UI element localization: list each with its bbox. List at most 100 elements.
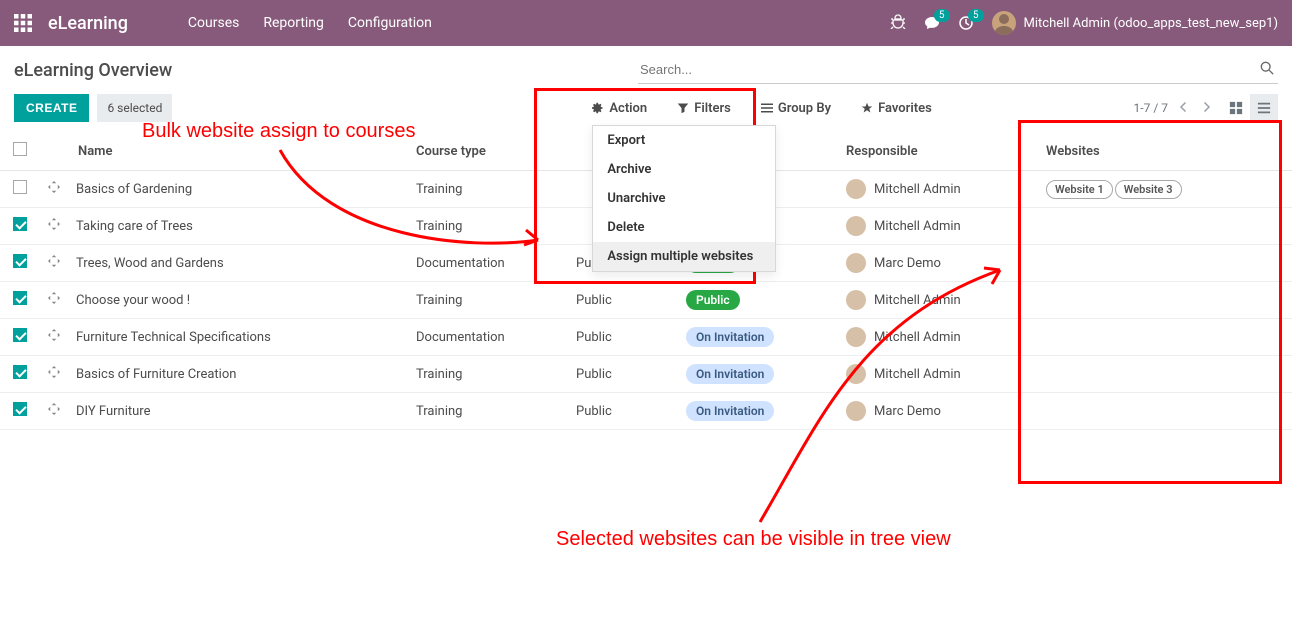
user-label: Mitchell Admin (odoo_apps_test_new_sep1) [1024, 16, 1279, 31]
row-websites [1038, 208, 1292, 245]
website-tag[interactable]: Website 1 [1046, 180, 1113, 199]
annotation-tree: Selected websites can be visible in tree… [556, 528, 951, 551]
drag-handle-icon[interactable] [48, 182, 60, 197]
row-checkbox[interactable] [13, 402, 27, 416]
table-row[interactable]: Choose your wood ! Training Public Publi… [0, 282, 1292, 319]
nav-configuration[interactable]: Configuration [348, 15, 432, 31]
row-type: Training [408, 393, 568, 430]
action-export[interactable]: Export [593, 126, 775, 155]
row-access: Public [568, 319, 678, 356]
brand-label[interactable]: eLearning [48, 13, 128, 34]
activities-count: 5 [968, 9, 984, 22]
drag-handle-icon[interactable] [48, 404, 60, 419]
avatar-icon [846, 253, 866, 273]
policy-pill: On Invitation [686, 327, 774, 347]
row-name[interactable]: Basics of Gardening [68, 171, 408, 208]
row-responsible[interactable]: Marc Demo [846, 253, 1030, 273]
row-access: Public [568, 282, 678, 319]
drag-handle-icon[interactable] [48, 256, 60, 271]
filters-dropdown[interactable]: Filters [677, 101, 731, 116]
search-wrap [638, 56, 1278, 84]
view-switch [1222, 94, 1278, 122]
row-responsible[interactable]: Mitchell Admin [846, 290, 1030, 310]
avatar-icon [846, 327, 866, 347]
th-type[interactable]: Course type [408, 132, 568, 171]
row-responsible[interactable]: Mitchell Admin [846, 364, 1030, 384]
messages-count: 5 [934, 9, 950, 22]
top-nav: Courses Reporting Configuration [188, 15, 432, 31]
th-responsible[interactable]: Responsible [838, 132, 1038, 171]
list-icon [761, 102, 773, 114]
user-menu[interactable]: Mitchell Admin (odoo_apps_test_new_sep1) [992, 11, 1279, 35]
website-tag[interactable]: Website 3 [1115, 180, 1182, 199]
activities-icon[interactable]: 5 [958, 15, 974, 31]
pager-next[interactable] [1200, 101, 1212, 116]
action-archive[interactable]: Archive [593, 155, 775, 184]
topbar-right: 5 5 Mitchell Admin (odoo_apps_test_new_s… [890, 11, 1279, 35]
row-type: Documentation [408, 319, 568, 356]
drag-handle-icon[interactable] [48, 367, 60, 382]
row-policy: Public [678, 282, 838, 319]
th-websites[interactable]: Websites [1038, 132, 1292, 171]
select-all-checkbox[interactable] [13, 142, 27, 156]
messages-icon[interactable]: 5 [924, 15, 940, 31]
row-checkbox[interactable] [13, 291, 27, 305]
action-dropdown[interactable]: Action Export Archive Unarchive Delete A… [592, 101, 647, 116]
row-responsible[interactable]: Mitchell Admin [846, 327, 1030, 347]
row-checkbox[interactable] [13, 328, 27, 342]
row-responsible[interactable]: Mitchell Admin [846, 216, 1030, 236]
table-row[interactable]: DIY Furniture Training Public On Invitat… [0, 393, 1292, 430]
row-type: Training [408, 356, 568, 393]
table-row[interactable]: Furniture Technical Specifications Docum… [0, 319, 1292, 356]
policy-pill: On Invitation [686, 364, 774, 384]
search-icon[interactable] [1260, 61, 1274, 79]
action-delete[interactable]: Delete [593, 213, 775, 242]
row-checkbox[interactable] [13, 365, 27, 379]
action-assign-websites[interactable]: Assign multiple websites [593, 242, 775, 271]
toolbar: Action Export Archive Unarchive Delete A… [592, 101, 931, 116]
pager-range: 1-7 / 7 [1134, 101, 1168, 115]
table-row[interactable]: Basics of Furniture Creation Training Pu… [0, 356, 1292, 393]
row-websites [1038, 319, 1292, 356]
policy-pill: Public [686, 290, 740, 310]
drag-handle-icon[interactable] [48, 330, 60, 345]
nav-reporting[interactable]: Reporting [263, 15, 324, 31]
page-title: eLearning Overview [14, 60, 172, 81]
row-responsible[interactable]: Mitchell Admin [846, 179, 1030, 199]
create-button[interactable]: CREATE [14, 94, 89, 122]
row-checkbox[interactable] [13, 180, 27, 194]
search-input[interactable] [638, 56, 1278, 84]
pager-prev[interactable] [1178, 101, 1190, 116]
drag-handle-icon[interactable] [48, 293, 60, 308]
row-name[interactable]: Choose your wood ! [68, 282, 408, 319]
action-unarchive[interactable]: Unarchive [593, 184, 775, 213]
kanban-view[interactable] [1222, 94, 1250, 122]
nav-courses[interactable]: Courses [188, 15, 239, 31]
row-websites [1038, 356, 1292, 393]
th-name[interactable]: Name [68, 132, 408, 171]
row-name[interactable]: Basics of Furniture Creation [68, 356, 408, 393]
row-access: Public [568, 393, 678, 430]
row-responsible[interactable]: Marc Demo [846, 401, 1030, 421]
drag-handle-icon[interactable] [48, 219, 60, 234]
row-type: Training [408, 282, 568, 319]
row-type: Training [408, 171, 568, 208]
row-name[interactable]: Taking care of Trees [68, 208, 408, 245]
debug-icon[interactable] [890, 13, 906, 33]
avatar-icon [846, 401, 866, 421]
row-policy: On Invitation [678, 393, 838, 430]
row-name[interactable]: Trees, Wood and Gardens [68, 245, 408, 282]
row-checkbox[interactable] [13, 254, 27, 268]
row-name[interactable]: DIY Furniture [68, 393, 408, 430]
row-websites: Website 1Website 3 [1038, 171, 1292, 208]
row-websites [1038, 282, 1292, 319]
row-type: Training [408, 208, 568, 245]
groupby-dropdown[interactable]: Group By [761, 101, 831, 116]
controls-row: CREATE 6 selected Action Export Archive … [0, 88, 1292, 132]
row-checkbox[interactable] [13, 217, 27, 231]
favorites-dropdown[interactable]: Favorites [861, 101, 932, 116]
row-name[interactable]: Furniture Technical Specifications [68, 319, 408, 356]
row-policy: On Invitation [678, 319, 838, 356]
list-view[interactable] [1250, 94, 1278, 122]
apps-icon[interactable] [14, 14, 32, 32]
